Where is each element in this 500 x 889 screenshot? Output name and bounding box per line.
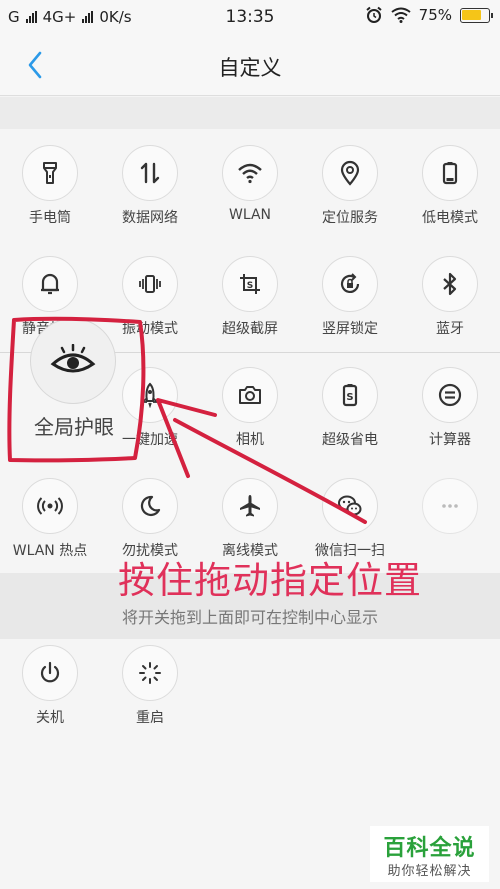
tile-camera[interactable]: 相机 [202, 351, 298, 451]
tile-low-power[interactable]: 低电模式 [402, 129, 498, 229]
dragging-tile-eye-care[interactable] [30, 318, 116, 404]
watermark-title: 百科全说 [383, 836, 476, 861]
tile-calculator[interactable]: 计算器 [402, 351, 498, 451]
hint-text: 将开关拖到上面即可在控制中心显示 [121, 608, 378, 627]
bell-icon [41, 273, 59, 295]
tile-label: 定位服务 [322, 210, 378, 226]
tile-circle [222, 478, 278, 534]
tile-wlan[interactable]: WLAN [202, 129, 298, 229]
eye-icon [50, 344, 96, 373]
tile-circle [22, 256, 78, 312]
tile-data-network[interactable]: 数据网络 [102, 129, 198, 229]
tile-label: 振动模式 [122, 321, 178, 337]
tile-screenshot[interactable]: S 超级截屏 [202, 240, 298, 340]
status-bar: G 4G+ 0K/s 13:35 75% [0, 0, 500, 34]
wifi-icon [238, 163, 262, 184]
watermark: 百科全说 助你轻松解决 [370, 826, 489, 882]
tile-circle [122, 645, 178, 701]
tile-circle: S [322, 367, 378, 423]
camera-icon [239, 386, 261, 404]
data-network-icon [140, 162, 160, 184]
restart-icon [139, 662, 161, 684]
screenshot-icon: S [240, 274, 260, 294]
tile-label: 竖屏锁定 [322, 321, 378, 337]
calculator-icon [438, 383, 462, 407]
dragging-tile-label: 全局护眼 [34, 415, 114, 439]
annotation-text: 按住拖动指定位置 [118, 559, 422, 602]
tile-label: 重启 [136, 710, 164, 726]
tile-label: 低电模式 [422, 210, 478, 226]
tile-airplane[interactable]: 离线模式 [202, 462, 298, 562]
section-gap [0, 97, 500, 129]
battery-fill [462, 9, 481, 20]
alarm-icon [366, 6, 382, 23]
watermark-subtitle: 助你轻松解决 [387, 864, 472, 879]
rocket-icon [140, 382, 160, 408]
tile-circle [22, 645, 78, 701]
tile-label: WLAN 热点 [12, 543, 88, 559]
tile-circle [122, 256, 178, 312]
tile-location[interactable]: 定位服务 [302, 129, 398, 229]
battery-icon [460, 7, 493, 23]
airplane-icon [240, 495, 260, 517]
tile-label: 手电筒 [29, 210, 71, 226]
more-icon [442, 504, 458, 508]
tile-circle [22, 145, 78, 201]
tile-label: 关机 [36, 710, 64, 726]
tile-circle: S [222, 256, 278, 312]
tile-circle [322, 145, 378, 201]
page-title: 自定义 [218, 56, 282, 80]
tile-flashlight[interactable]: 手电筒 [2, 129, 98, 229]
status-right: 75% [365, 6, 493, 24]
tile-power-off[interactable]: 关机 [2, 629, 98, 729]
tile-vibrate[interactable]: 振动模式 [102, 240, 198, 340]
tile-circle [122, 478, 178, 534]
tile-label: 超级截屏 [222, 321, 278, 337]
tile-label: 蓝牙 [436, 321, 464, 337]
tile-super-power-save[interactable]: S 超级省电 [302, 351, 398, 451]
header: 自定义 [0, 34, 500, 96]
bluetooth-icon [443, 272, 457, 296]
tile-circle [322, 256, 378, 312]
tile-wechat-scan[interactable]: 微信扫一扫 [302, 462, 398, 562]
svg-text:S: S [346, 392, 353, 403]
tile-circle [222, 367, 278, 423]
low-battery-icon [442, 162, 458, 185]
wifi-status-icon [391, 7, 411, 23]
battery-percent: 75% [418, 6, 452, 24]
vibrate-icon [139, 275, 161, 293]
tile-circle [222, 145, 278, 201]
tile-circle [122, 145, 178, 201]
tile-label: 计算器 [429, 432, 471, 448]
wechat-icon [338, 495, 362, 516]
tile-rotation-lock[interactable]: 竖屏锁定 [302, 240, 398, 340]
tile-bluetooth[interactable]: 蓝牙 [402, 240, 498, 340]
location-icon [340, 160, 360, 186]
tile-circle [422, 478, 478, 534]
hotspot-icon [37, 497, 63, 515]
super-power-save-icon: S [342, 384, 358, 407]
flashlight-icon [43, 162, 57, 184]
svg-text:S: S [247, 281, 253, 291]
moon-icon [140, 495, 161, 517]
tile-label: 数据网络 [122, 210, 178, 226]
tile-circle [422, 145, 478, 201]
tile-circle [422, 367, 478, 423]
rotation-lock-icon [340, 273, 360, 293]
tile-circle [322, 478, 378, 534]
tile-circle [22, 478, 78, 534]
tile-circle [422, 256, 478, 312]
tile-more[interactable] [402, 462, 498, 562]
tile-restart[interactable]: 重启 [102, 629, 198, 729]
tile-do-not-disturb[interactable]: 勿扰模式 [102, 462, 198, 562]
tile-hotspot[interactable]: WLAN 热点 [2, 462, 98, 562]
tile-label: 超级省电 [322, 432, 378, 448]
power-icon [40, 661, 60, 683]
tile-label: 相机 [236, 432, 264, 448]
tile-label: WLAN [228, 207, 271, 223]
